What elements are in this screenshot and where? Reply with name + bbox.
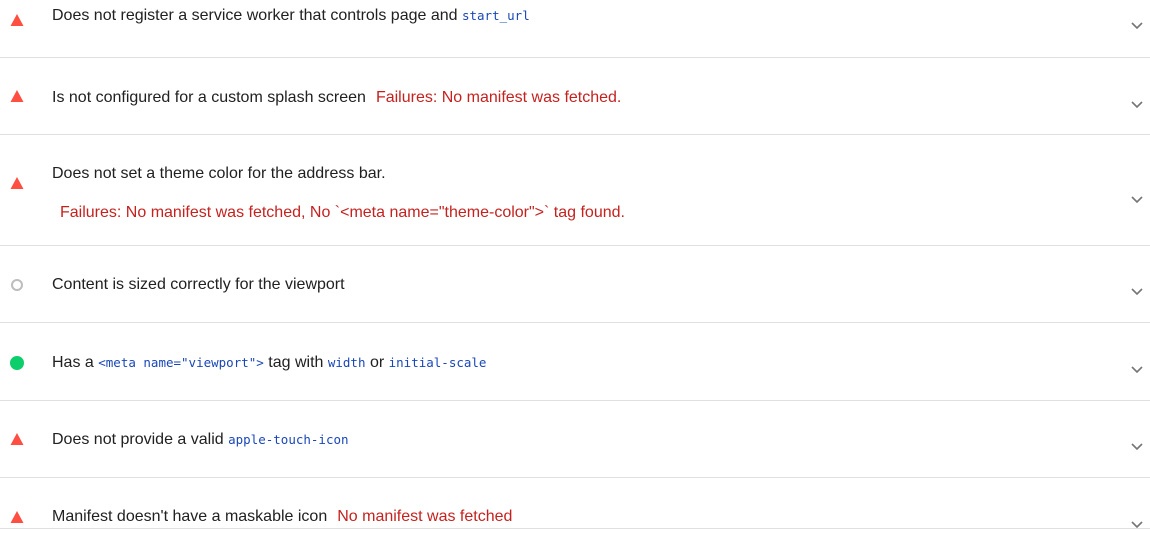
- pass-circle-icon: [10, 356, 24, 370]
- audit-row-apple-touch-icon[interactable]: Does not provide a valid apple-touch-ico…: [0, 401, 1150, 478]
- failure-message: Failures: No manifest was fetched.: [375, 89, 622, 106]
- failure-message: No manifest was fetched: [337, 508, 513, 525]
- chevron-down-icon[interactable]: [1130, 283, 1144, 296]
- code-width: width: [327, 355, 366, 370]
- fail-triangle-icon: [10, 510, 24, 524]
- audit-title: Content is sized correctly for the viewp…: [52, 276, 345, 293]
- audit-title: Has a <meta name="viewport"> tag with wi…: [52, 354, 487, 371]
- code-meta-viewport: <meta name="viewport">: [98, 355, 264, 370]
- audit-title: Does not set a theme color for the addre…: [52, 165, 386, 182]
- informative-circle-icon: [10, 278, 24, 292]
- failure-message: Failures: No manifest was fetched, No `<…: [60, 204, 625, 221]
- audit-row-meta-viewport[interactable]: Has a <meta name="viewport"> tag with wi…: [0, 323, 1150, 401]
- audit-row-content-sized[interactable]: Content is sized correctly for the viewp…: [0, 246, 1150, 323]
- chevron-down-icon[interactable]: [1130, 516, 1144, 529]
- chevron-down-icon[interactable]: [1130, 191, 1144, 204]
- code-initial-scale: initial-scale: [388, 355, 487, 370]
- chevron-down-icon[interactable]: [1130, 17, 1144, 30]
- audit-title: Manifest doesn't have a maskable icon No …: [52, 508, 513, 525]
- fail-triangle-icon: [10, 89, 24, 103]
- audit-row-theme-color[interactable]: Does not set a theme color for the addre…: [0, 135, 1150, 246]
- audit-row-splash-screen[interactable]: Is not configured for a custom splash sc…: [0, 58, 1150, 135]
- audit-row-service-worker[interactable]: Does not register a service worker that …: [0, 0, 1150, 58]
- audit-title: Does not register a service worker that …: [52, 7, 530, 24]
- audit-row-maskable-icon[interactable]: Manifest doesn't have a maskable icon No …: [0, 478, 1150, 529]
- chevron-down-icon[interactable]: [1130, 361, 1144, 374]
- code-apple-touch-icon: apple-touch-icon: [228, 432, 349, 447]
- fail-triangle-icon: [10, 176, 24, 190]
- code-start-url: start_url: [461, 8, 530, 23]
- audit-title: Does not provide a valid apple-touch-ico…: [52, 431, 349, 448]
- fail-triangle-icon: [10, 13, 24, 27]
- chevron-down-icon[interactable]: [1130, 438, 1144, 451]
- chevron-down-icon[interactable]: [1130, 96, 1144, 109]
- fail-triangle-icon: [10, 432, 24, 446]
- audit-title: Is not configured for a custom splash sc…: [52, 89, 622, 106]
